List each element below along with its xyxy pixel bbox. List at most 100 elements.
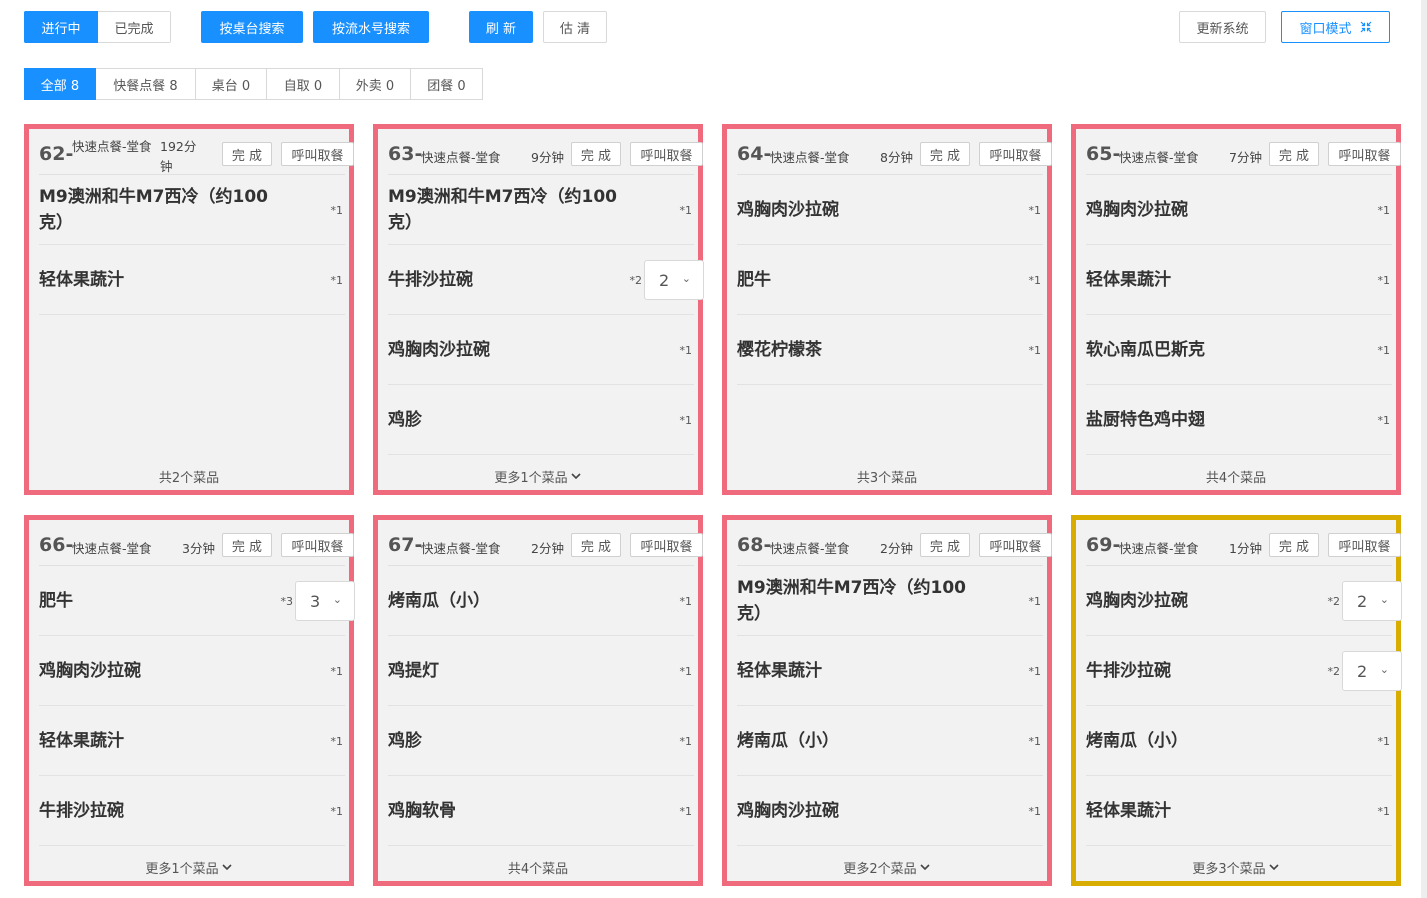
order-header: 69- 快速点餐-堂食 1分钟完 成呼叫取餐 — [1086, 526, 1401, 566]
dish-row: 轻体果蔬汁 *1 — [39, 706, 345, 776]
complete-button[interactable]: 完 成 — [571, 533, 621, 557]
update-system-button[interactable]: 更新系统 — [1179, 11, 1266, 43]
dish-row: 牛排沙拉碗 *2 2 ⌄ — [388, 245, 704, 315]
dish-row: 鸡胸肉沙拉碗 *1 — [388, 315, 694, 385]
search-by-table-button[interactable]: 按桌台搜索 — [201, 11, 303, 43]
dish-row: 鸡胸肉沙拉碗 *1 — [39, 636, 345, 706]
complete-button[interactable]: 完 成 — [920, 142, 970, 166]
dish-row: 鸡提灯 *1 — [388, 636, 694, 706]
dish-row: 轻体果蔬汁 *1 — [737, 636, 1043, 706]
dish-count-footer[interactable]: 更多1个菜品 — [29, 856, 349, 878]
tab-fast-order[interactable]: 快餐点餐 8 — [96, 68, 196, 100]
order-header: 65- 快速点餐-堂食 7分钟完 成呼叫取餐 — [1086, 135, 1401, 175]
chevron-down-icon: ⌄ — [681, 272, 691, 285]
dish-name: 鸡胸肉沙拉碗 — [388, 340, 490, 360]
dish-count-footer[interactable]: 更多1个菜品 — [378, 465, 698, 487]
dish-name: 鸡胸肉沙拉碗 — [1086, 200, 1188, 220]
tab-delivery[interactable]: 外卖 0 — [340, 68, 411, 100]
clear-button[interactable]: 估 清 — [543, 11, 607, 43]
dish-quantity: *1 — [679, 664, 693, 678]
complete-button[interactable]: 完 成 — [1269, 142, 1319, 166]
dish-quantity: *1 — [1377, 734, 1391, 748]
tab-table[interactable]: 桌台 0 — [196, 68, 267, 100]
chevron-down-icon — [919, 861, 931, 873]
complete-button[interactable]: 完 成 — [1269, 533, 1319, 557]
tab-completed[interactable]: 已完成 — [98, 11, 171, 43]
search-by-serial-button[interactable]: 按流水号搜索 — [313, 11, 429, 43]
dish-count-footer[interactable]: 更多2个菜品 — [727, 856, 1047, 878]
complete-button[interactable]: 完 成 — [920, 533, 970, 557]
dish-name: 盐厨特色鸡中翅 — [1086, 410, 1205, 430]
dish-quantity: *1 — [1028, 273, 1042, 287]
dish-quantity: *1 — [679, 594, 693, 608]
order-number: 68- — [737, 534, 772, 556]
dish-name: 鸡胗 — [388, 410, 422, 430]
order-number: 63- — [388, 143, 423, 165]
dish-row: 鸡胗 *1 — [388, 706, 694, 776]
dish-count-label: 共4个菜品 — [1205, 470, 1267, 486]
order-card: 63- 快速点餐-堂食 9分钟完 成呼叫取餐 M9澳洲和牛M7西冷（约100克） *1 牛… — [373, 124, 704, 495]
dish-count-label: 共3个菜品 — [856, 470, 918, 486]
call-pickup-button[interactable]: 呼叫取餐 — [281, 533, 354, 557]
category-tabs: 全部 8 快餐点餐 8 桌台 0 自取 0 外卖 0 团餐 0 — [24, 68, 483, 100]
complete-button[interactable]: 完 成 — [222, 533, 272, 557]
dish-quantity: *1 — [330, 203, 344, 217]
dish-quantity: *1 — [1377, 273, 1391, 287]
window-mode-button[interactable]: 窗口模式 — [1281, 11, 1390, 43]
tab-all[interactable]: 全部 8 — [24, 68, 96, 100]
order-number: 64- — [737, 143, 772, 165]
dish-count-footer[interactable]: 更多3个菜品 — [1076, 856, 1396, 878]
dish-count-label: 共2个菜品 — [158, 470, 220, 486]
dish-row: 肥牛 *1 — [737, 245, 1043, 315]
order-type: 快速点餐-堂食 — [421, 150, 501, 165]
dish-quantity: *1 — [1028, 203, 1042, 217]
dish-name: 鸡胸肉沙拉碗 — [737, 801, 839, 821]
quantity-select[interactable]: 3 ⌄ — [295, 581, 355, 621]
dish-quantity: *1 — [1028, 664, 1042, 678]
order-type: 快速点餐-堂食 — [770, 541, 850, 556]
order-number: 65- — [1086, 143, 1121, 165]
order-header: 66- 快速点餐-堂食 3分钟完 成呼叫取餐 — [39, 526, 354, 566]
order-header: 63- 快速点餐-堂食 9分钟完 成呼叫取餐 — [388, 135, 703, 175]
tab-pickup[interactable]: 自取 0 — [267, 68, 340, 100]
dish-row: 樱花柠檬茶 *1 — [737, 315, 1043, 385]
complete-button[interactable]: 完 成 — [222, 142, 272, 166]
dish-name: 鸡胸肉沙拉碗 — [39, 661, 141, 681]
scrollbar[interactable] — [1421, 0, 1427, 898]
dish-quantity: *1 — [330, 273, 344, 287]
tab-in-progress[interactable]: 进行中 — [24, 11, 98, 43]
dish-name: 鸡胗 — [388, 731, 422, 751]
order-card: 69- 快速点餐-堂食 1分钟完 成呼叫取餐 鸡胸肉沙拉碗 *2 2 ⌄ 牛排沙拉碗 *2 2 ⌄ 烤… — [1071, 515, 1402, 886]
dish-quantity: *3 — [280, 594, 294, 608]
dish-quantity: *1 — [679, 734, 693, 748]
order-header: 64- 快速点餐-堂食 8分钟完 成呼叫取餐 — [737, 135, 1052, 175]
dish-row: M9澳洲和牛M7西冷（约100克） *1 — [388, 175, 694, 245]
tab-group-meal[interactable]: 团餐 0 — [411, 68, 483, 100]
dish-row: 鸡胗 *1 — [388, 385, 694, 455]
dish-count-label: 更多3个菜品 — [1192, 861, 1266, 877]
call-pickup-button[interactable]: 呼叫取餐 — [630, 533, 703, 557]
dish-row: 鸡胸肉沙拉碗 *1 — [737, 776, 1043, 846]
dish-name: 轻体果蔬汁 — [737, 661, 822, 681]
refresh-button[interactable]: 刷 新 — [469, 11, 533, 43]
dish-name: 烤南瓜（小） — [388, 591, 490, 611]
dish-row: 鸡胸肉沙拉碗 *1 — [737, 175, 1043, 245]
call-pickup-button[interactable]: 呼叫取餐 — [979, 533, 1052, 557]
call-pickup-button[interactable]: 呼叫取餐 — [630, 142, 703, 166]
order-number: 66- — [39, 534, 74, 556]
quantity-select[interactable]: 2 ⌄ — [1342, 581, 1402, 621]
dish-row: 软心南瓜巴斯克 *1 — [1086, 315, 1392, 385]
dish-row: 烤南瓜（小） *1 — [388, 566, 694, 636]
dish-row: 鸡胸肉沙拉碗 *2 2 ⌄ — [1086, 566, 1402, 636]
call-pickup-button[interactable]: 呼叫取餐 — [1328, 533, 1401, 557]
complete-button[interactable]: 完 成 — [571, 142, 621, 166]
quantity-select[interactable]: 2 ⌄ — [1342, 651, 1402, 691]
dish-quantity: *1 — [1028, 594, 1042, 608]
dish-quantity: *1 — [1028, 734, 1042, 748]
call-pickup-button[interactable]: 呼叫取餐 — [979, 142, 1052, 166]
quantity-select[interactable]: 2 ⌄ — [644, 260, 704, 300]
call-pickup-button[interactable]: 呼叫取餐 — [1328, 142, 1401, 166]
dish-quantity: *2 — [1327, 664, 1341, 678]
call-pickup-button[interactable]: 呼叫取餐 — [281, 142, 354, 166]
order-elapsed-time: 7分钟 — [1229, 150, 1262, 165]
